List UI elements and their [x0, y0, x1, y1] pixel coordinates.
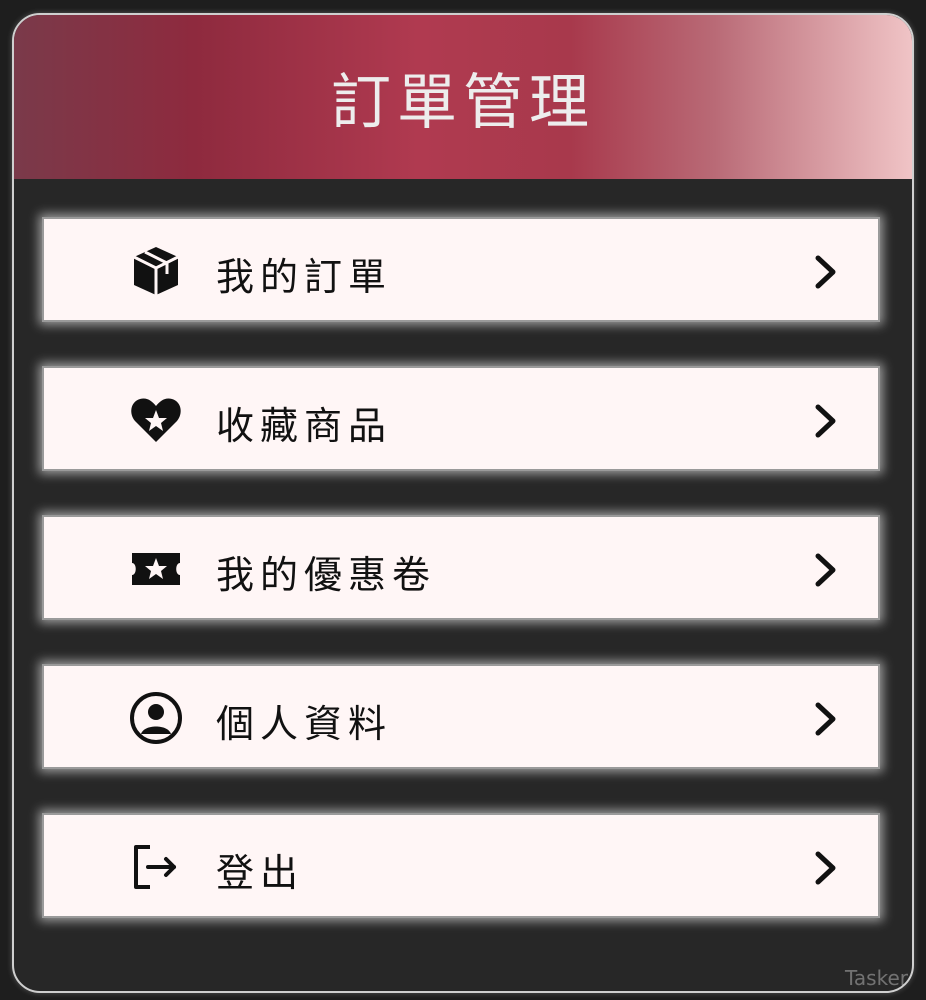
- menu-item-label: 收藏商品: [216, 404, 393, 448]
- menu-item-favorites[interactable]: 收藏商品: [42, 366, 880, 471]
- menu-item-profile[interactable]: 個人資料: [42, 664, 880, 769]
- package-icon: [128, 243, 184, 299]
- heart-star-icon: [128, 392, 184, 448]
- chevron-right-icon: [812, 700, 840, 738]
- user-circle-icon: [128, 690, 184, 746]
- menu-item-label: 登出: [216, 851, 305, 895]
- menu-item-label: 個人資料: [216, 702, 393, 746]
- menu-item-label: 我的優惠卷: [216, 553, 437, 597]
- menu-item-my-orders[interactable]: 我的訂單: [42, 217, 880, 322]
- watermark-text: Tasker: [845, 966, 908, 990]
- order-management-panel: 訂單管理 我的訂單 收藏商品 我的優惠卷 個人資料 登出: [12, 13, 914, 993]
- panel-header: 訂單管理: [14, 15, 912, 179]
- chevron-right-icon: [812, 849, 840, 887]
- menu-item-my-coupons[interactable]: 我的優惠卷: [42, 515, 880, 620]
- menu-item-label: 我的訂單: [216, 255, 393, 299]
- chevron-right-icon: [812, 253, 840, 291]
- chevron-right-icon: [812, 402, 840, 440]
- ticket-star-icon: [128, 541, 184, 597]
- logout-icon: [128, 839, 184, 895]
- chevron-right-icon: [812, 551, 840, 589]
- page-title: 訂單管理: [331, 67, 595, 138]
- menu-item-logout[interactable]: 登出: [42, 813, 880, 918]
